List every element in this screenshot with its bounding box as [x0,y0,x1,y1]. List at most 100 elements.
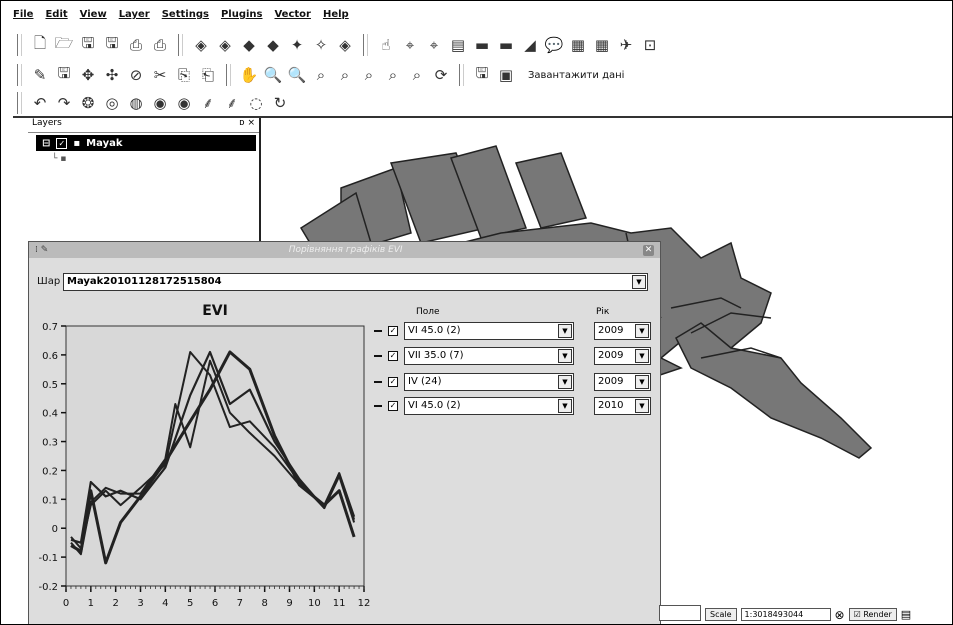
layer-item-mayak[interactable]: ⊟ ✓ ▪ Mayak [36,135,256,151]
crs-status-icon[interactable]: ▤ [901,608,911,621]
map-tips-icon[interactable]: 💬 [544,35,564,55]
chevron-down-icon[interactable]: ▼ [635,375,649,389]
chevron-down-icon[interactable]: ▼ [558,399,572,413]
render-checkbox[interactable]: ☑ Render [848,608,897,621]
open-project-icon[interactable]: 🗁 [54,34,74,55]
x-tick-label: 8 [261,598,267,609]
chevron-down-icon[interactable]: ▼ [558,324,572,338]
new-vector-layer-icon[interactable]: ◈ [335,35,355,55]
save-edits-icon[interactable]: 🖫 [54,64,74,85]
field-select[interactable]: VII 35.0 (7) ▼ [404,347,574,365]
menu-help[interactable]: Help [323,9,349,25]
delete-part-icon[interactable]: ◉ [174,93,194,113]
move-feature-icon[interactable]: ✥ [78,65,98,85]
field-select[interactable]: VI 45.0 (2) ▼ [404,397,574,415]
zoom-in-icon[interactable]: 🔍 [263,65,283,85]
chevron-down-icon[interactable]: ▼ [635,349,649,363]
field-select[interactable]: IV (24) ▼ [404,373,574,391]
measure-area-icon[interactable]: ▬ [496,35,516,55]
panel-controls[interactable]: ᴅ × [239,118,255,132]
undo-icon[interactable]: ↶ [30,93,50,113]
add-part-icon[interactable]: ◍ [126,93,146,113]
chevron-down-icon[interactable]: ▼ [635,324,649,338]
add-ring-icon[interactable]: ◎ [102,93,122,113]
close-icon[interactable]: ✕ [643,244,654,256]
dialog-menu-icon[interactable]: ⁞ ✎ [35,245,48,255]
year-select[interactable]: 2009 ▼ [594,322,651,340]
zoom-full-icon[interactable]: ⌕ [311,65,331,85]
merge-features-icon[interactable]: ◌ [246,93,266,113]
pan-icon[interactable]: ✋ [239,65,259,85]
delete-selected-icon[interactable]: ⊘ [126,65,146,85]
menu-settings[interactable]: Settings [162,9,209,25]
zoom-layer-icon[interactable]: ⌕ [359,65,379,85]
new-project-icon[interactable]: 🗋 [30,34,50,55]
chevron-down-icon[interactable]: ▼ [558,375,572,389]
add-postgis-layer-icon[interactable]: ◆ [239,35,259,55]
attribute-table-icon[interactable]: ▤ [448,35,468,55]
reshape-icon[interactable]: ⸙ [198,93,218,113]
select-icon[interactable]: ⌖ [400,35,420,55]
menu-vector[interactable]: Vector [274,9,310,25]
expand-icon[interactable]: ⊟ [42,138,50,149]
paste-features-icon[interactable]: ⎗ [198,65,218,85]
add-vector-layer-icon[interactable]: ◈ [191,35,211,55]
annotation-icon[interactable]: ✈ [616,35,636,55]
stop-render-icon[interactable]: ⊗ [835,608,845,622]
split-features-icon[interactable]: ⸙ [222,93,242,113]
field-checkbox[interactable]: ✓ [388,326,398,336]
simplify-feature-icon[interactable]: ❂ [78,93,98,113]
menu-view[interactable]: View [80,9,107,25]
plugin-load-icon[interactable]: ▣ [496,65,516,85]
edit-navigation-toolbar: ✎ 🖫 ✥ ✣ ⊘ ✂ ⎘ ⎗ ✋ 🔍 🔍 ⌕ ⌕ ⌕ ⌕ ⌕ ⟳ 🖫 ▣ За… [13,61,624,89]
refresh-icon[interactable]: ⟳ [431,65,451,85]
print-icon[interactable]: ⎙ [126,35,146,55]
measure-icon[interactable]: ▬ [472,35,492,55]
measure-angle-icon[interactable]: ◢ [520,35,540,55]
toolbar-separator [17,64,22,86]
zoom-selection-icon[interactable]: ⌕ [335,65,355,85]
menu-layer[interactable]: Layer [119,9,150,25]
redo-icon[interactable]: ↷ [54,93,74,113]
text-annotation-icon[interactable]: ⊡ [640,35,660,55]
show-bookmarks-icon[interactable]: ▦ [592,35,612,55]
menu-plugins[interactable]: Plugins [221,9,263,25]
load-data-label[interactable]: Завантажити дані [528,70,624,81]
print-composer-icon[interactable]: ⎙ [150,35,170,55]
layer-select[interactable]: Mayak20101128172515804 ▼ [63,273,648,291]
zoom-next-icon[interactable]: ⌕ [407,65,427,85]
field-select[interactable]: VI 45.0 (2) ▼ [404,322,574,340]
save-as-icon[interactable]: 🖫 [102,34,122,55]
add-spatialite-layer-icon[interactable]: ◆ [263,35,283,55]
year-select[interactable]: 2010 ▼ [594,397,651,415]
identify-icon[interactable]: ☝ [376,35,396,55]
toolbar-separator [226,64,231,86]
plugin-save-icon[interactable]: 🖫 [472,64,492,85]
chevron-down-icon[interactable]: ▼ [635,399,649,413]
add-wms-layer-icon[interactable]: ✦ [287,35,307,55]
cut-features-icon[interactable]: ✂ [150,65,170,85]
chevron-down-icon[interactable]: ▼ [558,349,572,363]
menu-edit[interactable]: Edit [45,9,67,25]
scale-input[interactable]: 1:3018493044 [740,608,831,621]
deselect-icon[interactable]: ⌖ [424,35,444,55]
field-checkbox[interactable]: ✓ [388,377,398,387]
zoom-out-icon[interactable]: 🔍 [287,65,307,85]
zoom-last-icon[interactable]: ⌕ [383,65,403,85]
toggle-editing-icon[interactable]: ✎ [30,65,50,85]
save-project-icon[interactable]: 🖫 [78,34,98,55]
node-tool-icon[interactable]: ✣ [102,65,122,85]
chevron-down-icon[interactable]: ▼ [632,275,646,289]
year-select[interactable]: 2009 ▼ [594,373,651,391]
add-raster-layer-icon[interactable]: ◈ [215,35,235,55]
menu-file[interactable]: File [13,9,33,25]
add-wfs-layer-icon[interactable]: ✧ [311,35,331,55]
new-bookmark-icon[interactable]: ▦ [568,35,588,55]
copy-features-icon[interactable]: ⎘ [174,65,194,85]
field-checkbox[interactable]: ✓ [388,351,398,361]
year-select[interactable]: 2009 ▼ [594,347,651,365]
layer-visibility-checkbox[interactable]: ✓ [56,137,68,149]
delete-ring-icon[interactable]: ◉ [150,93,170,113]
rotate-point-icon[interactable]: ↻ [270,93,290,113]
field-checkbox[interactable]: ✓ [388,401,398,411]
